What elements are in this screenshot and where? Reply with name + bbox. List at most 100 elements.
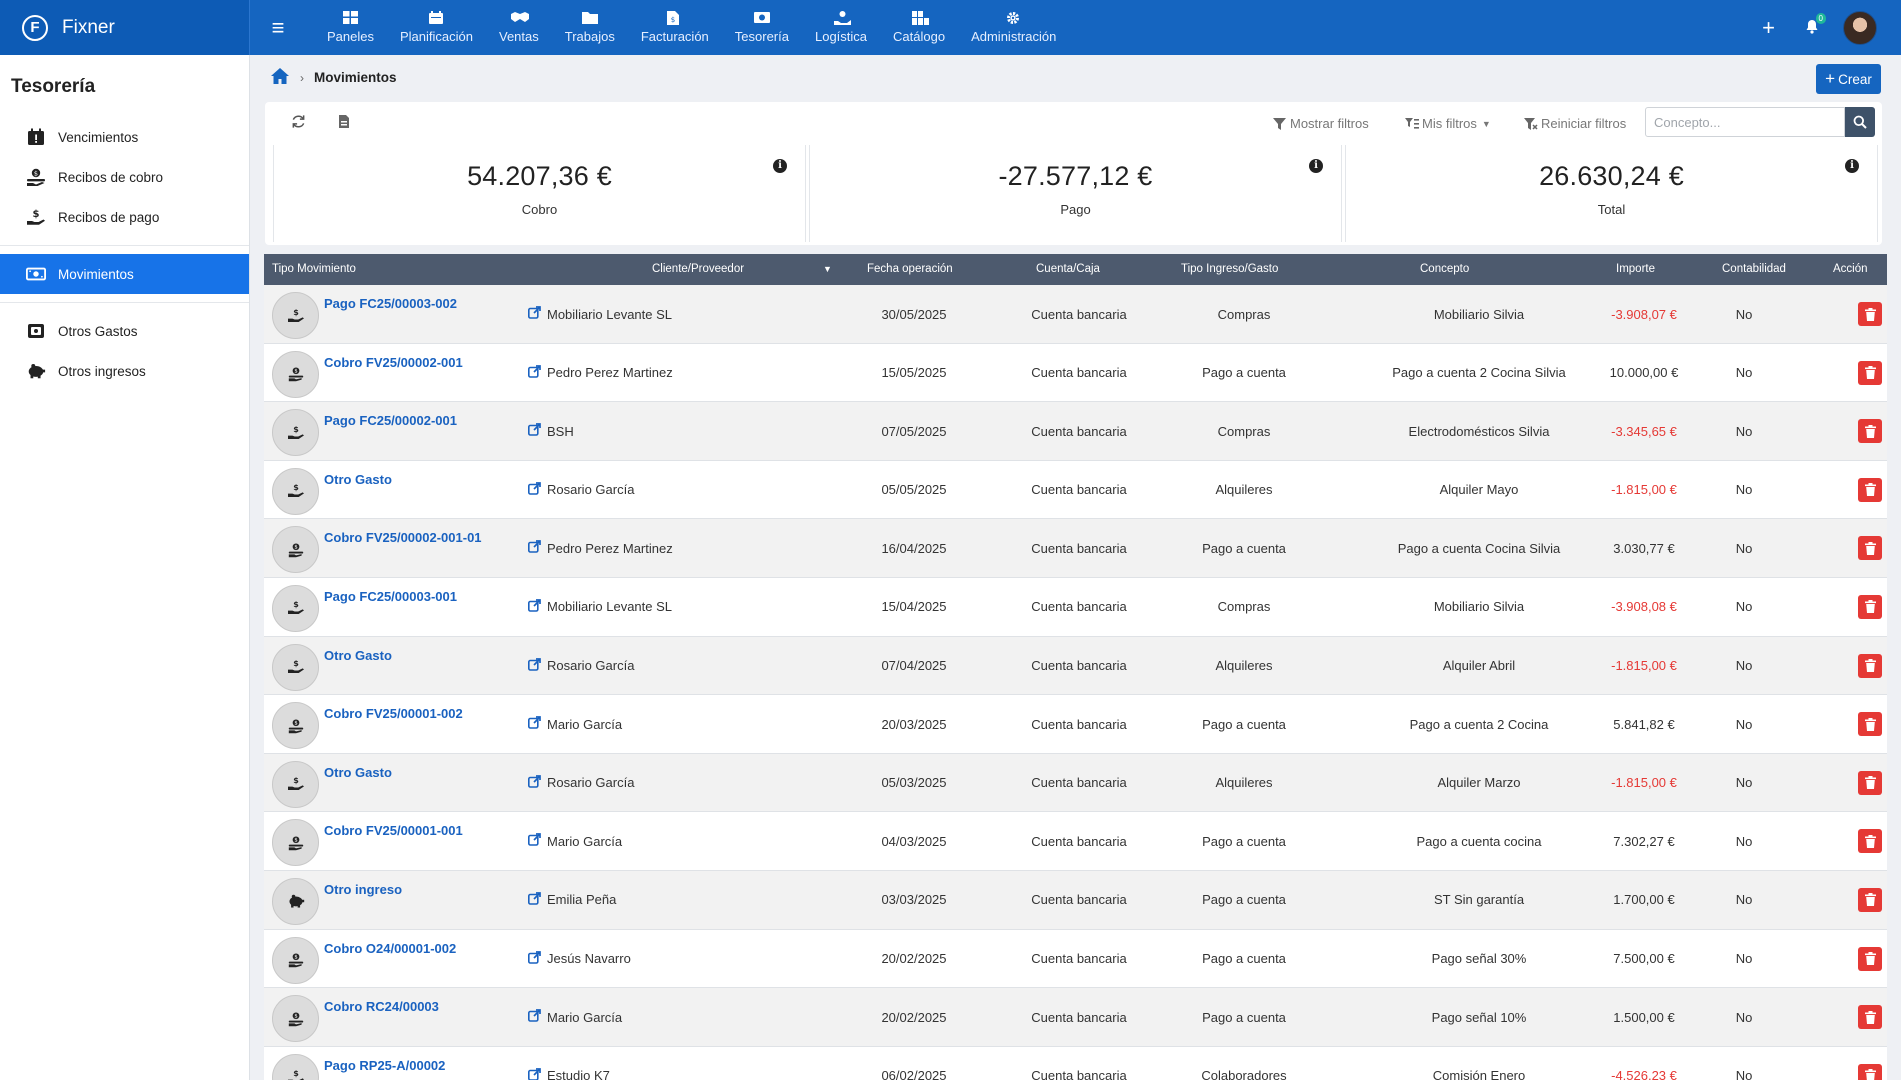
sidebar-item-otros-gastos[interactable]: Otros Gastos	[0, 311, 249, 351]
table-row[interactable]: Otro ingreso Emilia Peña 03/03/2025 Cuenta …	[264, 870, 1887, 930]
external-link-icon[interactable]	[528, 540, 541, 556]
hamburger-menu-icon[interactable]: ≡	[258, 15, 298, 41]
table-row[interactable]: $ Cobro FV25/00001-001 Mario García 04/03/2…	[264, 812, 1887, 871]
delete-button[interactable]	[1858, 770, 1882, 795]
movement-type-link[interactable]: Otro Gasto	[324, 472, 392, 487]
external-link-icon[interactable]	[528, 599, 541, 615]
delete-button[interactable]	[1858, 1063, 1882, 1080]
sort-desc-icon[interactable]: ▼	[823, 254, 832, 285]
sidebar-item-vencimientos[interactable]: Vencimientos	[0, 117, 249, 157]
delete-button[interactable]	[1858, 946, 1882, 971]
quick-add-button[interactable]: +	[1762, 15, 1775, 41]
external-link-icon[interactable]	[528, 950, 541, 967]
nav-item-administracion[interactable]: Administración	[958, 0, 1069, 55]
table-row[interactable]: $ Cobro RC24/00003 Mario García 20/02/2025 C…	[264, 988, 1887, 1047]
table-row[interactable]: $ Cobro FV25/00001-002 Mario García 20/03/2…	[264, 695, 1887, 754]
column-header[interactable]: Concepto	[1420, 254, 1469, 285]
movement-type-link[interactable]: Cobro FV25/00002-001	[324, 355, 463, 370]
concept-search-input[interactable]	[1645, 107, 1845, 137]
delete-button[interactable]	[1858, 419, 1882, 444]
movement-type-link[interactable]: Otro Gasto	[324, 648, 392, 663]
external-link-icon[interactable]	[528, 657, 541, 674]
client-cell[interactable]: Rosario García	[528, 461, 728, 519]
movement-type-link[interactable]: Otro ingreso	[324, 882, 402, 897]
delete-button[interactable]	[1858, 594, 1882, 619]
external-link-icon[interactable]	[528, 1009, 541, 1025]
delete-button[interactable]	[1858, 477, 1882, 502]
external-link-icon[interactable]	[528, 481, 541, 498]
table-row[interactable]: $ Pago FC25/00002-001 BSH 07/05/2025 Cuenta …	[264, 402, 1887, 461]
delete-button[interactable]	[1858, 712, 1882, 737]
table-row[interactable]: $ Otro Gasto Rosario García 07/04/2025 Cuent…	[264, 636, 1887, 696]
column-header[interactable]: Acción	[1833, 254, 1868, 285]
column-header[interactable]: Cuenta/Caja	[1036, 254, 1100, 285]
nav-item-catalogo[interactable]: Catálogo	[880, 0, 958, 55]
sidebar-item-recibos-pago[interactable]: $ Recibos de pago	[0, 197, 249, 237]
delete-button[interactable]	[1858, 653, 1882, 678]
table-row[interactable]: $ Otro Gasto Rosario García 05/05/2025 Cuent…	[264, 460, 1887, 520]
nav-item-ventas[interactable]: Ventas	[486, 0, 552, 55]
client-cell[interactable]: Mobiliario Levante SL	[528, 285, 728, 343]
column-header[interactable]: Tipo Movimiento	[272, 254, 356, 285]
column-header[interactable]: Importe	[1616, 254, 1655, 285]
nav-item-trabajos[interactable]: Trabajos	[552, 0, 628, 55]
client-cell[interactable]: Mario García	[528, 812, 728, 870]
movement-type-link[interactable]: Pago RP25-A/00002	[324, 1058, 445, 1073]
table-row[interactable]: $ Cobro O24/00001-002 Jesús Navarro 20/02/2…	[264, 929, 1887, 989]
table-row[interactable]: $ Pago RP25-A/00002 Estudio K7 06/02/2025 Cu…	[264, 1046, 1887, 1080]
external-link-icon[interactable]	[528, 306, 541, 322]
sidebar-item-otros-ingresos[interactable]: Otros ingresos	[0, 351, 249, 391]
delete-button[interactable]	[1858, 887, 1882, 912]
show-filters-button[interactable]: Mostrar filtros	[1273, 116, 1369, 131]
movement-type-link[interactable]: Pago FC25/00003-002	[324, 296, 457, 311]
column-header[interactable]: Contabilidad	[1722, 254, 1786, 285]
client-cell[interactable]: Jesús Navarro	[528, 930, 728, 988]
brand[interactable]: F Fixner	[0, 0, 250, 55]
nav-item-tesoreria[interactable]: Tesorería	[722, 0, 802, 55]
delete-button[interactable]	[1858, 829, 1882, 854]
info-icon[interactable]: i	[773, 159, 787, 173]
table-row[interactable]: $ Pago FC25/00003-001 Mobiliario Levante S…	[264, 577, 1887, 637]
movement-type-link[interactable]: Cobro FV25/00001-001	[324, 823, 463, 838]
info-icon[interactable]: i	[1309, 159, 1323, 173]
nav-item-facturacion[interactable]: $ Facturación	[628, 0, 722, 55]
movement-type-link[interactable]: Cobro RC24/00003	[324, 999, 439, 1014]
search-button[interactable]	[1845, 107, 1875, 137]
delete-button[interactable]	[1858, 1005, 1882, 1030]
client-cell[interactable]: Mario García	[528, 695, 728, 753]
client-cell[interactable]: Estudio K7	[528, 1047, 728, 1080]
notifications-button[interactable]: 0	[1805, 12, 1826, 37]
external-link-icon[interactable]	[528, 364, 541, 381]
my-filters-dropdown[interactable]: Mis filtros ▼	[1405, 116, 1491, 131]
table-row[interactable]: $ Otro Gasto Rosario García 05/03/2025 Cuent…	[264, 753, 1887, 813]
external-link-icon[interactable]	[528, 423, 541, 439]
movement-type-link[interactable]: Cobro FV25/00001-002	[324, 706, 463, 721]
reset-filters-button[interactable]: Reiniciar filtros	[1524, 116, 1626, 131]
nav-item-paneles[interactable]: Paneles	[314, 0, 387, 55]
column-header[interactable]: Tipo Ingreso/Gasto	[1181, 254, 1278, 285]
external-link-icon[interactable]	[528, 833, 541, 849]
client-cell[interactable]: Pedro Perez Martinez	[528, 344, 728, 402]
user-avatar[interactable]	[1843, 10, 1877, 45]
export-file-icon[interactable]	[338, 114, 350, 133]
external-link-icon[interactable]	[528, 1067, 541, 1080]
client-cell[interactable]: Mario García	[528, 988, 728, 1046]
table-row[interactable]: $ Pago FC25/00003-002 Mobiliario Levante S…	[264, 285, 1887, 344]
home-icon[interactable]	[270, 67, 290, 88]
sidebar-item-recibos-cobro[interactable]: $ Recibos de cobro	[0, 157, 249, 197]
delete-button[interactable]	[1858, 536, 1882, 561]
client-cell[interactable]: Emilia Peña	[528, 871, 728, 929]
movement-type-link[interactable]: Pago FC25/00002-001	[324, 413, 457, 428]
client-cell[interactable]: Pedro Perez Martinez	[528, 519, 728, 577]
client-cell[interactable]: BSH	[528, 402, 728, 460]
movement-type-link[interactable]: Otro Gasto	[324, 765, 392, 780]
nav-item-logistica[interactable]: Logística	[802, 0, 880, 55]
table-row[interactable]: $ Cobro FV25/00002-001-01 Pedro Perez Mart…	[264, 519, 1887, 578]
client-cell[interactable]: Mobiliario Levante SL	[528, 578, 728, 636]
movement-type-link[interactable]: Cobro FV25/00002-001-01	[324, 530, 482, 545]
client-cell[interactable]: Rosario García	[528, 637, 728, 695]
info-icon[interactable]: i	[1845, 159, 1859, 173]
create-button[interactable]: + Crear	[1816, 64, 1881, 94]
client-cell[interactable]: Rosario García	[528, 754, 728, 812]
movement-type-link[interactable]: Pago FC25/00003-001	[324, 589, 457, 604]
